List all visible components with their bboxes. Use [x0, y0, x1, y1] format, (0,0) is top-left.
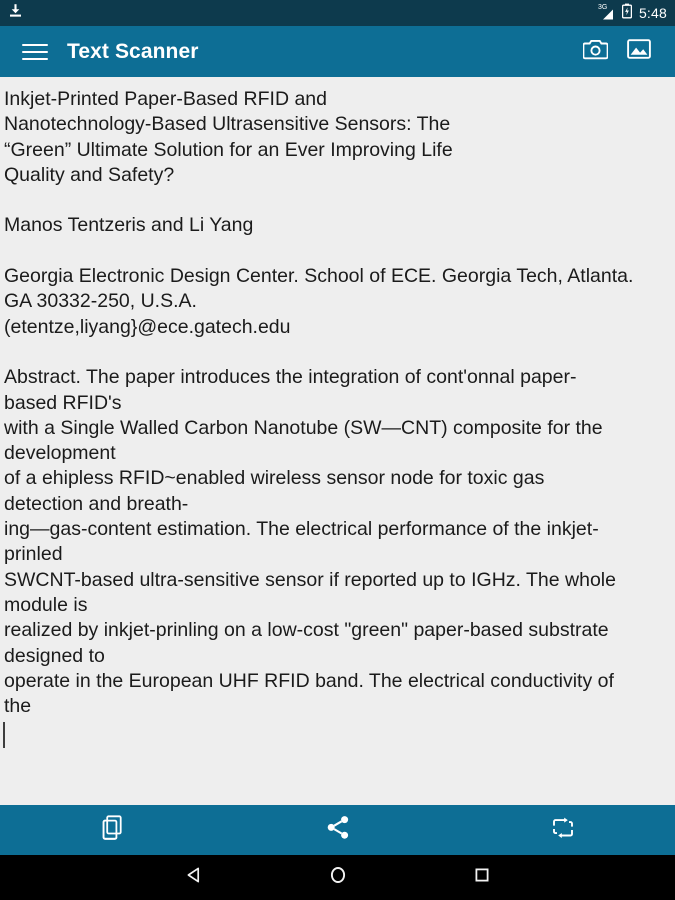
share-icon [326, 815, 350, 845]
camera-icon [581, 38, 609, 65]
hamburger-menu-icon[interactable] [22, 39, 48, 65]
back-button[interactable] [174, 858, 214, 898]
recents-square-icon [472, 865, 492, 890]
status-bar: 3G 5:48 [0, 0, 675, 26]
recents-button[interactable] [462, 858, 502, 898]
copy-button[interactable] [0, 805, 225, 855]
text-cursor [3, 722, 5, 748]
status-bar-clock: 5:48 [638, 5, 667, 21]
gallery-button[interactable] [617, 30, 661, 74]
camera-button[interactable] [573, 30, 617, 74]
menu-line [22, 43, 48, 46]
ocr-text-area[interactable]: Inkjet-Printed Paper-Based RFID and Nano… [0, 77, 675, 805]
ocr-text-content[interactable]: Inkjet-Printed Paper-Based RFID and Nano… [4, 87, 671, 719]
app-bar: Text Scanner [0, 26, 675, 77]
app-screen: 3G 5:48 Text Scanner Inkjet-Printed Pape… [0, 0, 675, 900]
app-title: Text Scanner [67, 39, 199, 63]
copy-icon [100, 814, 125, 846]
bottom-toolbar [0, 805, 675, 855]
status-bar-right: 3G 5:48 [598, 3, 667, 24]
home-circle-icon [328, 865, 348, 890]
battery-icon [621, 3, 632, 24]
android-nav-bar [0, 855, 675, 900]
translate-button[interactable] [450, 805, 675, 855]
translate-swap-icon [551, 817, 575, 844]
download-icon [8, 3, 23, 24]
menu-line [22, 57, 48, 60]
back-triangle-icon [184, 865, 204, 890]
share-button[interactable] [225, 805, 450, 855]
menu-line [22, 50, 48, 53]
gallery-image-icon [627, 38, 651, 65]
status-bar-left [8, 3, 23, 24]
home-button[interactable] [318, 858, 358, 898]
signal-3g-icon: 3G [598, 4, 615, 21]
